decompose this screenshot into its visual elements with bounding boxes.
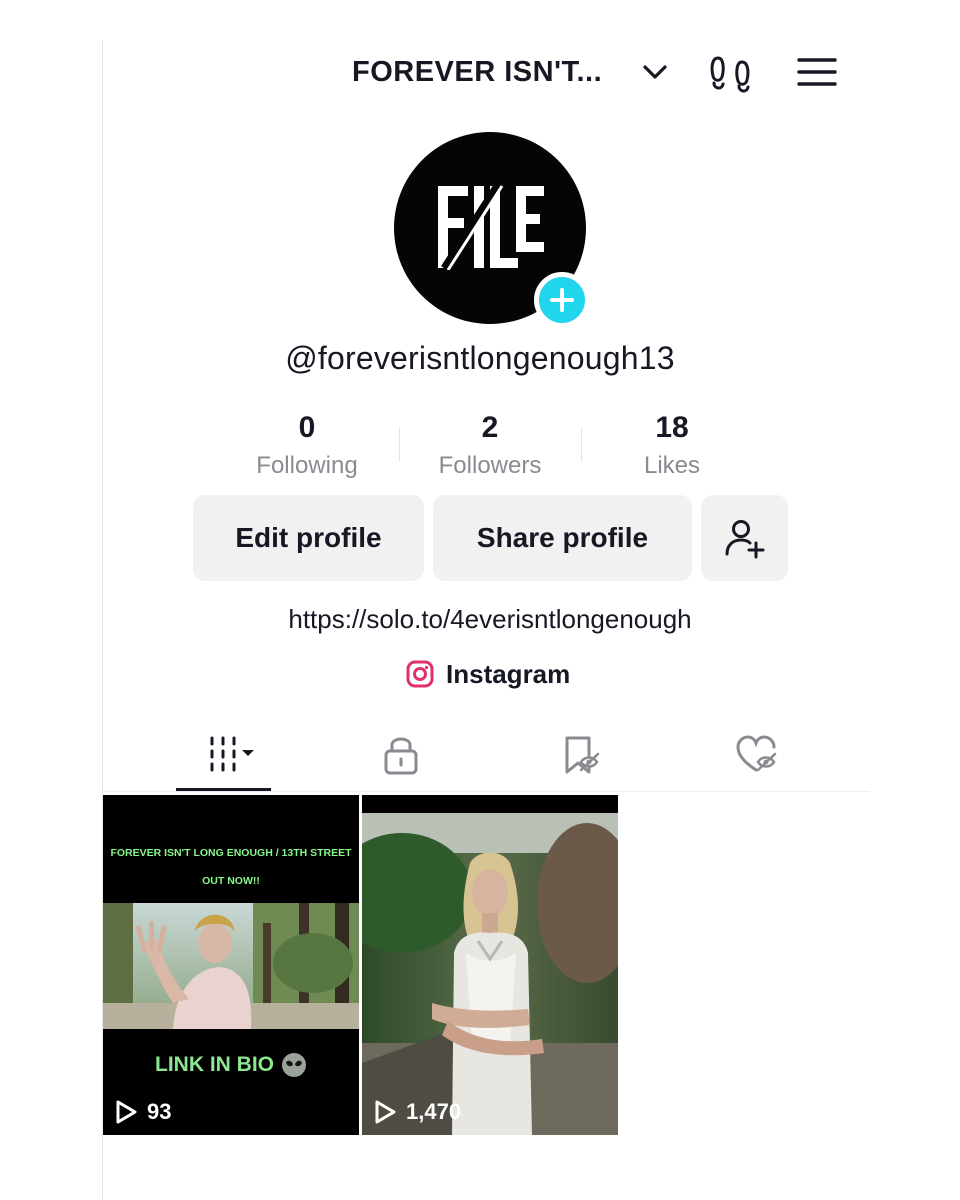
video-still-image	[103, 903, 359, 1029]
stat-divider	[399, 428, 400, 462]
stat-divider	[581, 428, 582, 462]
instagram-link[interactable]: Instagram	[406, 656, 570, 692]
lock-icon	[384, 737, 418, 775]
followers-count: 2	[481, 411, 499, 444]
play-icon	[116, 1100, 137, 1124]
instagram-label: Instagram	[446, 658, 571, 689]
play-icon	[375, 1100, 396, 1124]
video-still-image	[362, 813, 618, 1135]
likes-label: Likes	[643, 452, 701, 479]
followers-label: Followers	[438, 452, 542, 479]
link-in-bio-text: LINK IN BIO	[155, 1053, 274, 1076]
video-caption-line2: OUT NOW!!	[202, 875, 260, 887]
video-thumbnail-1[interactable]: FOREVER ISN'T LONG ENOUGH / 13TH STREET …	[103, 795, 359, 1135]
video-thumbnail-2[interactable]: 1,470	[362, 795, 618, 1135]
bio-link[interactable]: https://solo.to/4everisntlongenough	[0, 604, 960, 635]
stat-followers[interactable]: 2 Followers	[410, 408, 570, 484]
add-user-icon	[725, 520, 764, 559]
view-count: 93	[115, 1099, 171, 1125]
edit-profile-button[interactable]: Edit profile	[193, 495, 424, 581]
tab-saved[interactable]	[535, 728, 627, 780]
tab-divider	[103, 791, 870, 792]
likes-count: 18	[655, 411, 689, 444]
tab-liked[interactable]	[712, 728, 804, 780]
share-profile-button[interactable]: Share profile	[433, 495, 692, 581]
stat-following[interactable]: 0 Following	[227, 408, 387, 484]
view-count: 1,470	[374, 1099, 461, 1125]
account-switcher-title[interactable]: FOREVER ISN'T...	[352, 52, 602, 92]
video-caption-line1: FOREVER ISN'T LONG ENOUGH / 13TH STREET	[110, 847, 352, 859]
tab-videos[interactable]	[178, 728, 270, 780]
stat-likes[interactable]: 18 Likes	[592, 408, 752, 484]
tab-private[interactable]	[355, 728, 447, 780]
plus-icon	[550, 288, 574, 312]
username: @foreverisntlongenough13	[285, 340, 675, 376]
menu-icon[interactable]	[796, 54, 838, 90]
view-count-value: 93	[147, 1099, 172, 1124]
view-count-value: 1,470	[406, 1099, 462, 1124]
following-label: Following	[256, 452, 358, 479]
bookmark-hidden-icon	[565, 736, 600, 774]
following-count: 0	[298, 411, 316, 444]
liked-hidden-icon	[736, 735, 777, 772]
alien-emoji-icon	[282, 1053, 306, 1077]
footprints-icon[interactable]	[708, 52, 754, 94]
file-logo	[438, 184, 544, 270]
add-friends-button[interactable]	[701, 495, 788, 581]
videos-grid-icon	[210, 736, 254, 772]
video-link-in-bio: LINK IN BIO	[155, 1053, 306, 1077]
chevron-down-icon[interactable]	[640, 60, 670, 84]
add-avatar-button[interactable]	[534, 272, 590, 328]
instagram-icon	[406, 660, 434, 688]
